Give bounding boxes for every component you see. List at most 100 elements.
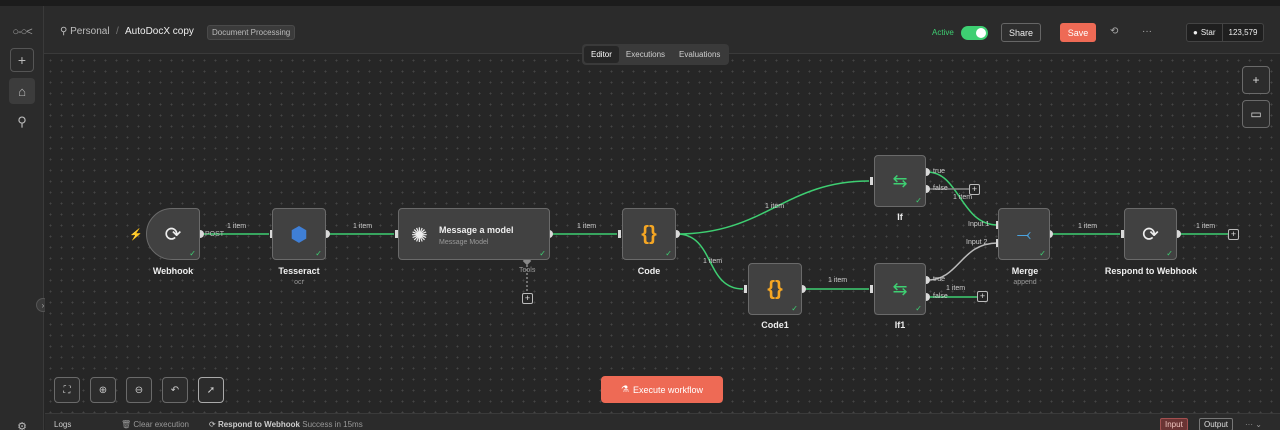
success-check-icon: ✓ [539,249,546,258]
github-star-count: 123,579 [1228,28,1258,37]
zoom-out-button[interactable]: ⊖ [126,377,152,403]
success-check-icon: ✓ [315,249,322,258]
success-check-icon: ✓ [189,249,196,258]
code-braces-icon: {} [767,277,783,300]
node-code1[interactable]: {} ✓ [748,263,802,315]
edge-label-code-code1: 1 item [703,258,723,265]
success-check-icon: ✓ [665,249,672,258]
tab-evaluations[interactable]: Evaluations [672,46,727,63]
port-if1-in[interactable] [870,285,873,293]
input-tab[interactable]: Input [1160,418,1188,430]
logs-more-icon[interactable]: ··· ⌄ [1245,420,1262,429]
edge-label-tesseract: 1 item [353,223,373,230]
n8n-logo-icon[interactable]: ○-○< [10,20,34,44]
node-merge-sub: append [1013,279,1037,286]
node-code[interactable]: {} ✓ [622,208,676,260]
webhook-icon: ⟳ [1142,223,1159,246]
breadcrumb-separator: / [116,26,119,37]
tab-executions[interactable]: Executions [619,46,672,63]
breadcrumb-project-label: Personal [70,26,110,37]
success-check-icon: ✓ [915,196,922,205]
openai-icon: ✺ [411,225,428,247]
if1-false-add-button[interactable]: + [977,291,988,302]
history-icon[interactable]: ⟲ [1110,26,1118,37]
if-branch-icon: ⇆ [892,278,908,299]
github-star-widget[interactable]: ● Star 123,579 [1186,23,1265,42]
node-message-model[interactable]: ✺ Message a model Message Model ✓ [398,208,550,260]
user-icon[interactable]: ⚲ [10,110,34,134]
edge-label-webhook: 1 item [227,223,247,230]
node-merge-label: Merge [1011,266,1039,276]
edge-label-message: 1 item [577,223,597,230]
logs-bar: Logs 🗑 Clear execution ⟳ Respond to Webh… [45,413,1280,430]
share-button[interactable]: Share [1001,23,1041,42]
if-branch-icon: ⇆ [892,170,908,191]
webhook-method-label: POST [205,231,225,238]
if1-true-label: true [933,276,946,283]
more-options-icon[interactable]: ··· [1142,26,1152,37]
node-merge[interactable]: ⤙ ✓ [998,208,1050,260]
tesseract-icon: ⬢ [290,223,308,246]
github-star-label: Star [1200,28,1216,37]
if-false-label: false [933,185,948,192]
node-if-label: If [897,212,903,222]
home-icon[interactable]: ⌂ [9,78,35,104]
merge-input2-label: Input 2 [966,239,988,246]
port-code1-in[interactable] [744,285,747,293]
merge-input1-label: Input 1 [968,221,990,228]
clear-execution-button[interactable]: 🗑 Clear execution [121,420,189,429]
edge-label-if1-false: 1 item [946,285,966,292]
trash-icon: 🗑 [121,420,132,429]
output-tab[interactable]: Output [1199,418,1234,430]
active-label: Active [932,28,954,37]
respond-add-button[interactable]: + [1228,229,1239,240]
tools-label: Tools [519,267,536,274]
execute-workflow-label: Execute workflow [633,384,704,395]
code-braces-icon: {} [641,222,657,245]
workflow-tag[interactable]: Document Processing [207,25,296,40]
edge-if1-merge [926,242,999,281]
zoom-in-button[interactable]: ⊕ [90,377,116,403]
port-if-in[interactable] [870,177,873,185]
sticky-note-button[interactable]: ▭ [1242,100,1270,128]
node-if1[interactable]: ⇆ ✓ [874,263,926,315]
success-check-icon: ✓ [1166,249,1173,258]
undo-button[interactable]: ↶ [162,377,188,403]
node-webhook-label: Webhook [152,266,194,276]
clear-execution-label: Clear execution [133,420,189,429]
node-message-sub: Message Model [439,239,489,246]
logs-node-entry[interactable]: ⟳ Respond to Webhook Success in 15ms [209,420,363,429]
fit-view-button[interactable]: ⛶ [54,377,80,403]
breadcrumb-project[interactable]: ⚲ Personal [60,26,110,37]
node-if[interactable]: ⇆ ✓ [874,155,926,207]
webhook-icon: ⟳ [164,223,182,246]
edge-label-merge: 1 item [1078,223,1098,230]
node-respond-webhook[interactable]: ⟳ ✓ [1124,208,1177,260]
edge-label-code1: 1 item [828,277,848,284]
node-webhook[interactable]: ⟳ ✓ [146,208,200,260]
settings-icon[interactable]: ⚙ [10,414,34,430]
add-node-button[interactable]: + [1242,66,1270,94]
node-tesseract-sub: ocr [294,279,304,286]
add-tool-button[interactable]: + [522,293,533,304]
tab-editor[interactable]: Editor [584,46,619,63]
edge-label-code-if: 1 item [765,203,785,210]
pointer-mode-button[interactable]: ➚ [198,377,224,403]
if-true-label: true [933,168,946,175]
github-icon: ● [1193,28,1198,37]
port-code-in[interactable] [618,230,621,238]
logs-status: Success in 15ms [302,420,363,429]
save-button[interactable]: Save [1060,23,1096,42]
view-tabs: Editor Executions Evaluations [582,44,730,65]
active-toggle[interactable] [961,26,988,40]
add-icon[interactable]: + [10,48,34,72]
node-tesseract[interactable]: ⬢ ✓ [272,208,326,260]
logs-title[interactable]: Logs [54,420,71,429]
github-star-button[interactable]: ● Star [1187,24,1223,41]
execute-workflow-button[interactable]: ⚗ Execute workflow [601,376,723,403]
node-code-label: Code [637,266,661,276]
workflow-canvas[interactable]: ⚡ ⟳ ✓ Webhook POST 1 item ⬢ ✓ Tesseract … [45,55,1280,413]
workflow-name[interactable]: AutoDocX copy [125,26,194,37]
node-if1-label: If1 [894,320,906,330]
edge-label-if-merge: 1 item [953,194,973,201]
